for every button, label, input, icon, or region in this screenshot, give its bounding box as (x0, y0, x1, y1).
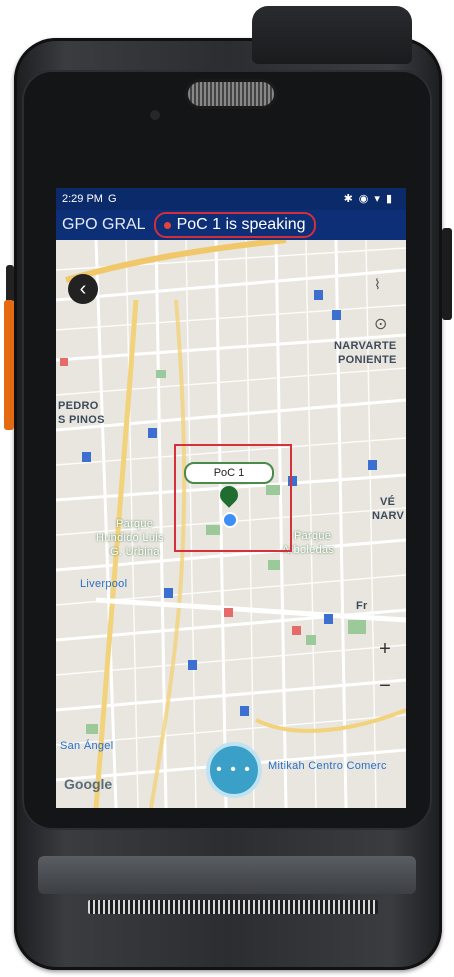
group-name[interactable]: GPO GRAL (62, 216, 146, 234)
earpiece-speaker (188, 82, 274, 106)
radio-antenna (252, 6, 412, 64)
speaker-grill (88, 900, 378, 914)
dots-icon: • • • (216, 761, 252, 778)
location-icon: ◉ (358, 193, 369, 205)
status-time: 2:29 PM (62, 193, 103, 205)
map-view[interactable]: ‹ ⌇ ⊙ NARVARTE PONIENTE PEDRO S PINOS VÉ… (56, 237, 406, 808)
chevron-left-icon: ‹ (79, 277, 87, 300)
map-label-parque-hundido-1: Parque (116, 518, 154, 530)
my-location-icon[interactable]: ⊙ (374, 314, 387, 334)
ptt-button[interactable] (4, 300, 14, 430)
menu-fab-button[interactable]: • • • (206, 742, 262, 798)
speaking-dot-icon (163, 221, 171, 229)
google-logo: Google (64, 776, 113, 792)
side-button[interactable] (6, 265, 14, 303)
map-label-vertiz: VÉ (380, 496, 396, 508)
map-label-pedro: PEDRO (58, 400, 99, 412)
map-label-san-angel: San Ángel (60, 740, 114, 752)
device-chin (38, 856, 416, 894)
map-layers-icon[interactable]: ⌇ (374, 276, 381, 293)
poc-header: GPO GRAL PoC 1 is speaking (56, 210, 406, 240)
back-button[interactable]: ‹ (68, 274, 98, 304)
front-camera (150, 110, 160, 120)
current-location-dot (222, 512, 238, 528)
map-label-parque-hundido-2: Hundido Luis (96, 532, 164, 544)
map-label-parque-arboledas-1: Parque (294, 530, 332, 542)
map-label-parque-hundido-3: G. Urbina (110, 546, 160, 558)
status-icons: ✱ ◉ ▾ ▮ (344, 192, 392, 205)
user-marker-label[interactable]: PoC 1 (184, 462, 274, 484)
screen: 2:29 PM G ✱ ◉ ▾ ▮ GPO GRAL PoC 1 is spea… (56, 188, 406, 808)
speaking-text: PoC 1 is speaking (176, 216, 306, 233)
zoom-out-button[interactable]: − (372, 675, 398, 698)
wifi-icon: ▾ (374, 193, 380, 205)
map-label-poniente: PONIENTE (338, 354, 397, 366)
map-label-narvarte: NARVARTE (334, 340, 397, 352)
bluetooth-icon: ✱ (343, 193, 353, 205)
battery-icon: ▮ (385, 193, 392, 205)
map-label-narv: NARV (372, 510, 405, 522)
map-label-mitikah: Mitikah Centro Comerc (268, 760, 387, 772)
map-label-pinos: S PINOS (58, 414, 105, 426)
map-label-fr: Fr (356, 600, 368, 612)
status-notification-icon: G (107, 193, 117, 205)
zoom-controls: + − (372, 638, 398, 698)
zoom-in-button[interactable]: + (372, 638, 398, 661)
map-label-liverpool: Liverpool (80, 578, 128, 590)
volume-button[interactable] (442, 228, 452, 320)
status-bar: 2:29 PM G ✱ ◉ ▾ ▮ (56, 188, 406, 210)
speaking-indicator: PoC 1 is speaking (153, 212, 316, 238)
